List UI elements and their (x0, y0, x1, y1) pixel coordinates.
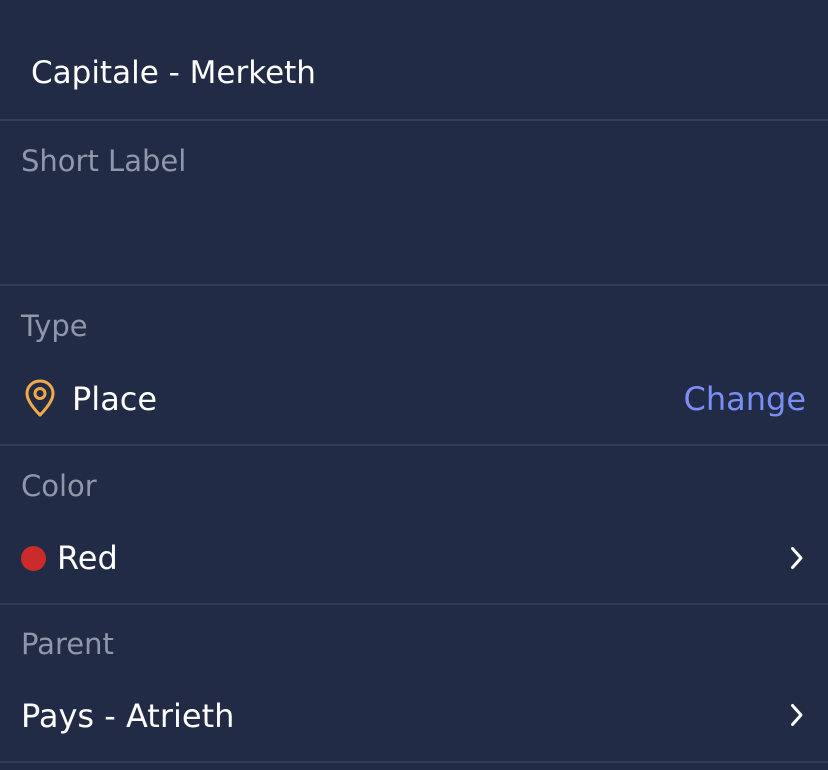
parent-label: Parent (21, 627, 114, 661)
color-swatch (21, 546, 46, 571)
short-label-label: Short Label (21, 144, 187, 178)
entity-edit-screen: Capitale - Merketh Short Label Type Plac… (0, 0, 828, 770)
change-type-button[interactable]: Change (683, 378, 806, 420)
parent-value: Pays - Atrieth (21, 697, 235, 735)
chevron-right-icon (791, 704, 803, 726)
color-label: Color (21, 469, 97, 503)
parent-section: Parent Pays - Atrieth (0, 605, 828, 763)
color-section: Color Red (0, 446, 828, 605)
parent-row[interactable]: Pays - Atrieth (0, 683, 828, 747)
type-section: Type Place Change (0, 286, 828, 446)
chevron-right-icon (791, 547, 803, 569)
color-value: Red (57, 539, 118, 577)
type-label: Type (21, 309, 88, 343)
entity-title: Capitale - Merketh (31, 55, 316, 91)
map-pin-icon (25, 379, 55, 417)
short-label-input[interactable] (21, 199, 807, 259)
title-row: Capitale - Merketh (0, 0, 828, 121)
type-value: Place (72, 380, 158, 418)
type-row: Place Change (0, 366, 828, 430)
color-row[interactable]: Red (0, 526, 828, 590)
short-label-section: Short Label (0, 121, 828, 286)
